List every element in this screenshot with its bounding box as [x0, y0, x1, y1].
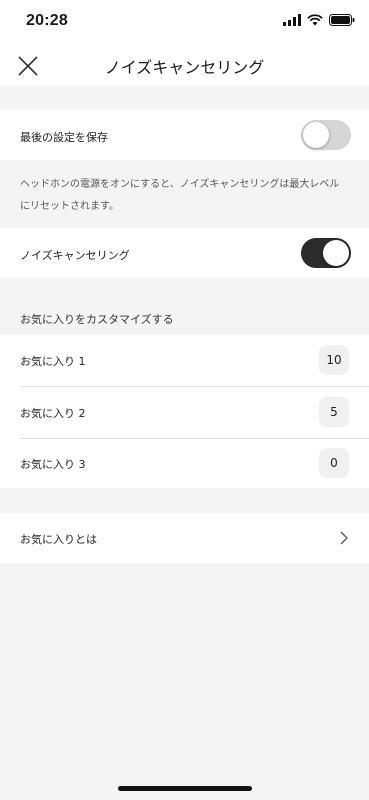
status-bar: 20:28: [0, 0, 369, 44]
spacer: [0, 488, 369, 513]
favorite-item-label: お気に入り 1: [20, 355, 86, 368]
favorite-item-label: お気に入り 3: [20, 458, 86, 471]
favorite-value-badge[interactable]: 0: [319, 448, 349, 478]
favorite-item-2[interactable]: お気に入り 2 5: [0, 387, 369, 438]
favorite-item-label: お気に入り 2: [20, 407, 86, 420]
signal-icon: [283, 14, 301, 26]
wifi-icon: [307, 14, 323, 26]
favorites-header-section: お気に入りをカスタマイズする: [0, 278, 369, 335]
favorite-item-1[interactable]: お気に入り 1 10: [0, 335, 369, 386]
noise-cancelling-row: ノイズキャンセリング: [0, 228, 369, 278]
favorite-value-badge[interactable]: 10: [319, 345, 349, 375]
favorite-value-badge[interactable]: 5: [319, 397, 349, 427]
about-favorites-row[interactable]: お気に入りとは: [0, 513, 369, 563]
save-last-setting-row: 最後の設定を保存: [0, 110, 369, 160]
battery-icon: [329, 14, 355, 26]
home-indicator: [118, 786, 252, 791]
about-favorites-label: お気に入りとは: [20, 533, 97, 546]
status-time: 20:28: [26, 12, 68, 29]
favorites-header: お気に入りをカスタマイズする: [20, 313, 174, 326]
spacer: [0, 86, 369, 110]
favorites-list: お気に入り 1 10 お気に入り 2 5 お気に入り 3 0: [0, 335, 369, 488]
save-last-setting-label: 最後の設定を保存: [20, 131, 108, 144]
favorite-item-3[interactable]: お気に入り 3 0: [0, 439, 369, 488]
page-title: ノイズキャンセリング: [104, 58, 265, 77]
chevron-right-icon: [340, 531, 348, 545]
save-last-setting-toggle[interactable]: [301, 120, 351, 150]
note-section: ヘッドホンの電源をオンにすると、ノイズキャンセリングは最大レベルにリセットされま…: [0, 160, 369, 228]
reset-note: ヘッドホンの電源をオンにすると、ノイズキャンセリングは最大レベルにリセットされま…: [20, 179, 340, 212]
toggle-knob: [303, 122, 329, 148]
toggle-knob: [323, 240, 349, 266]
noise-cancelling-label: ノイズキャンセリング: [20, 249, 130, 262]
status-icons: [283, 14, 355, 26]
nav-bar: ノイズキャンセリング: [0, 44, 369, 86]
noise-cancelling-toggle[interactable]: [301, 238, 351, 268]
